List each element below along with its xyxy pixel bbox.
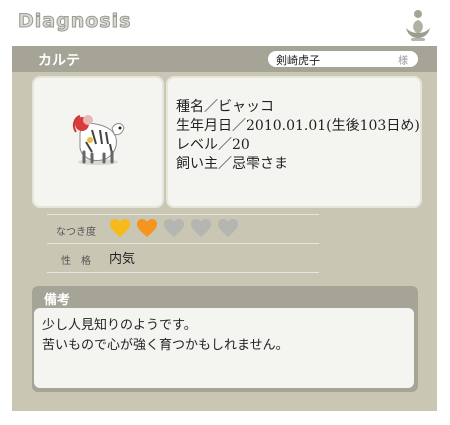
heart-empty-icon bbox=[218, 219, 238, 237]
heart-icon bbox=[137, 219, 157, 237]
lotus-icon bbox=[406, 10, 430, 41]
memo-line: 苦いもので心が強く育つかもしれません。 bbox=[42, 338, 289, 353]
affection-label: なつき度 bbox=[56, 227, 96, 238]
memo-title: 備考 bbox=[44, 293, 71, 308]
memo-body: 少し人見知りのようです。 苦いもので心が強く育つかもしれません。 bbox=[34, 308, 414, 388]
owner-name: 剣崎虎子 bbox=[276, 55, 320, 67]
level-text: レベル／20 bbox=[176, 137, 250, 153]
owner-name-field: 剣崎虎子 様 bbox=[268, 51, 418, 67]
memo-section: 備考 少し人見知りのようです。 苦いもので心が強く育つかもしれません。 bbox=[32, 286, 418, 392]
page-title: Diagnosis bbox=[17, 10, 132, 33]
pet-owner-text: 飼い主／忌雫さま bbox=[176, 156, 288, 172]
pet-portrait-card bbox=[32, 76, 164, 208]
personality-label: 性 格 bbox=[61, 256, 91, 267]
affection-row: なつき度 bbox=[47, 214, 319, 243]
species-text: 種名／ビャッコ bbox=[176, 99, 274, 115]
heart-icon bbox=[110, 219, 130, 237]
karte-header: カルテ 剣崎虎子 様 bbox=[12, 46, 437, 72]
heart-empty-icon bbox=[164, 219, 184, 237]
owner-honorific: 様 bbox=[398, 56, 408, 67]
pet-info-card: 種名／ビャッコ 生年月日／2010.01.01(生後103日め) レベル／20 … bbox=[166, 76, 422, 208]
attribute-table: なつき度 性 格 内気 bbox=[47, 214, 319, 273]
white-tiger-pet-icon bbox=[72, 115, 125, 165]
memo-line: 少し人見知りのようです。 bbox=[42, 318, 197, 333]
karte-panel: カルテ 剣崎虎子 様 種名／ビャッコ 生年月日／2010.01.01(生後103… bbox=[12, 46, 437, 411]
personality-row: 性 格 内気 bbox=[47, 243, 319, 273]
birthday-text: 生年月日／2010.01.01(生後103日め) bbox=[176, 118, 420, 134]
personality-value: 内気 bbox=[109, 252, 136, 267]
heart-empty-icon bbox=[191, 219, 211, 237]
karte-title: カルテ bbox=[38, 53, 80, 69]
